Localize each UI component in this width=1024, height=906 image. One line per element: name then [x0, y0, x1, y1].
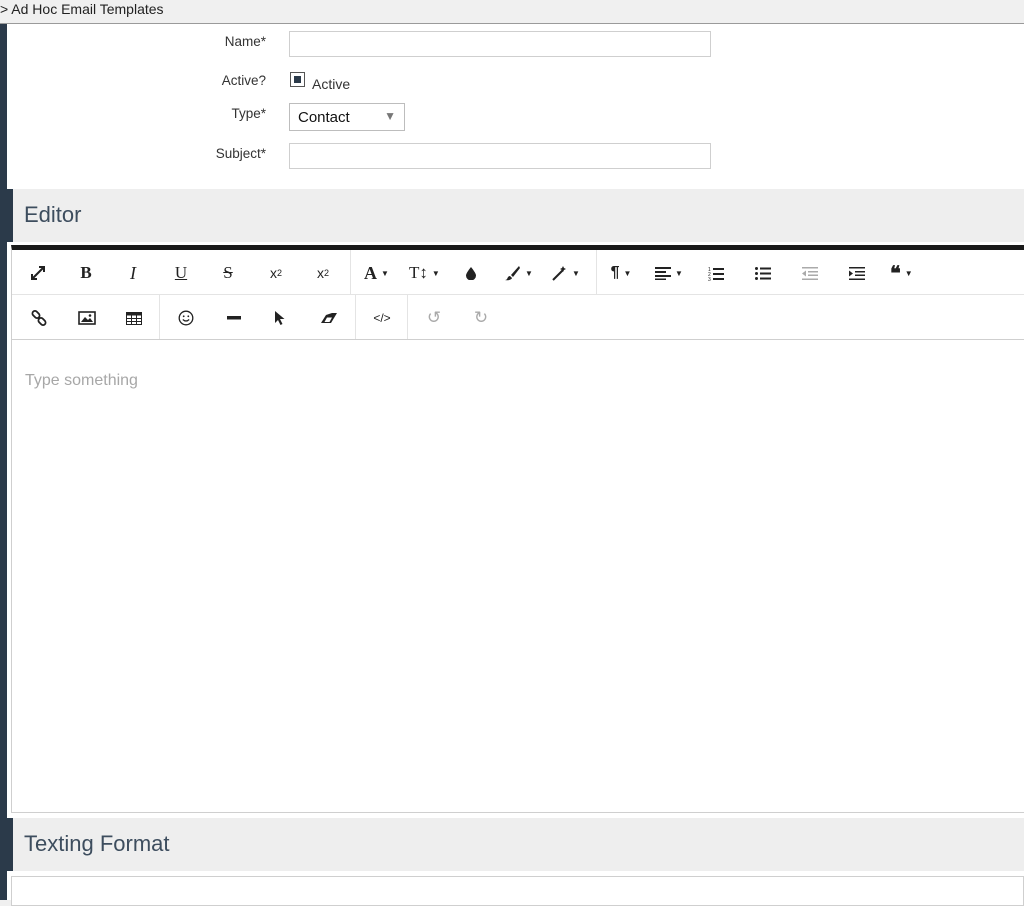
strikethrough-icon[interactable]: S: [217, 262, 239, 284]
ordered-list-icon[interactable]: 123: [705, 262, 727, 284]
editor-section-header: Editor: [7, 189, 1024, 242]
subject-input[interactable]: [289, 143, 711, 169]
font-size-icon[interactable]: T↕ ▼: [409, 262, 440, 284]
background-color-icon[interactable]: ▼: [505, 262, 533, 284]
horizontal-line-icon[interactable]: [223, 307, 245, 329]
name-label: Name*: [224, 34, 266, 49]
subject-label: Subject*: [215, 146, 266, 161]
bold-icon[interactable]: B: [75, 262, 97, 284]
inline-style-icon[interactable]: ▼: [552, 262, 580, 284]
type-select-value: Contact: [298, 109, 350, 126]
select-all-icon[interactable]: [269, 307, 291, 329]
main-content: Name* Active? Active Type* Contact ▼ Sub…: [7, 24, 1024, 906]
rich-text-editor[interactable]: B I U S x2 x2 A ▼ T↕ ▼ ▼ ▼ ¶ ▼ ▼ 123 ❝ ▼…: [11, 245, 1024, 813]
type-select[interactable]: Contact ▼: [289, 103, 405, 131]
insert-image-icon[interactable]: [76, 307, 98, 329]
redo-icon[interactable]: ↻: [470, 307, 492, 329]
texting-format-section-header: Texting Format: [7, 818, 1024, 871]
editor-section-title: Editor: [24, 202, 82, 227]
svg-text:3: 3: [708, 277, 711, 281]
left-accent-rail: [0, 24, 7, 900]
breadcrumb: > Ad Hoc Email Templates: [0, 0, 1024, 24]
caret-down-icon: ▼: [384, 109, 396, 123]
insert-table-icon[interactable]: [123, 307, 145, 329]
outdent-icon[interactable]: [799, 262, 821, 284]
insert-link-icon[interactable]: [28, 307, 50, 329]
undo-icon[interactable]: ↺: [423, 307, 445, 329]
align-icon[interactable]: ▼: [655, 262, 683, 284]
unordered-list-icon[interactable]: [752, 262, 774, 284]
font-family-icon[interactable]: A ▼: [364, 262, 389, 284]
text-color-icon[interactable]: [460, 262, 482, 284]
editor-placeholder: Type something: [25, 372, 138, 389]
editor-toolbar-row-2: </> ↺ ↻: [12, 295, 1024, 340]
emoticons-icon[interactable]: [175, 307, 197, 329]
active-checkbox-label[interactable]: Active: [312, 76, 350, 92]
quote-icon[interactable]: ❝ ▼: [890, 262, 913, 285]
name-input[interactable]: [289, 31, 711, 57]
type-label: Type*: [231, 106, 266, 121]
editor-toolbar-row-1: B I U S x2 x2 A ▼ T↕ ▼ ▼ ▼ ¶ ▼ ▼ 123 ❝ ▼: [12, 250, 1024, 295]
active-label: Active?: [221, 73, 266, 88]
texting-format-section-title: Texting Format: [24, 831, 170, 856]
superscript-icon[interactable]: x2: [312, 262, 334, 284]
indent-icon[interactable]: [846, 262, 868, 284]
breadcrumb-text: > Ad Hoc Email Templates: [0, 1, 164, 17]
active-checkbox[interactable]: [290, 72, 305, 87]
clear-formatting-icon[interactable]: [318, 307, 340, 329]
code-view-icon[interactable]: </>: [371, 307, 393, 329]
italic-icon[interactable]: I: [122, 262, 144, 284]
paragraph-format-icon[interactable]: ¶ ▼: [610, 262, 632, 284]
fullscreen-icon[interactable]: [27, 262, 49, 284]
subscript-icon[interactable]: x2: [265, 262, 287, 284]
underline-icon[interactable]: U: [170, 262, 192, 284]
texting-format-input[interactable]: [11, 876, 1024, 906]
